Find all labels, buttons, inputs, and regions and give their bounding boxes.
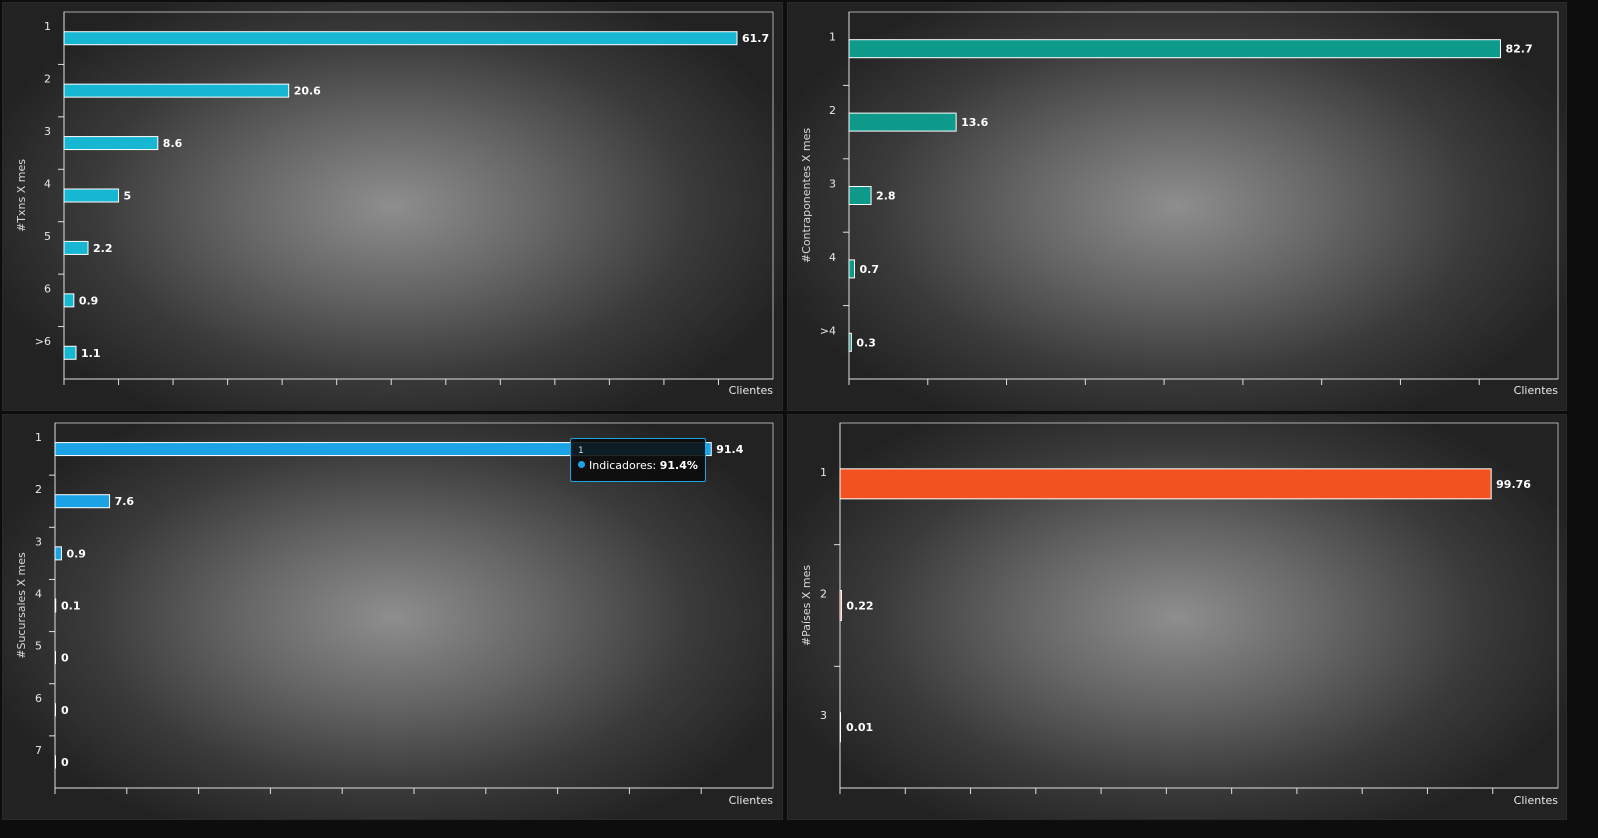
- y-axis-title: #Txns X mes: [15, 159, 28, 232]
- category-label: 6: [44, 282, 51, 295]
- tooltip-value: 91.4%: [659, 459, 698, 472]
- chart-panel-txns: 1 61.7 2 20.6 3 8.6 4 5 5 2.2 6 0.9 >6 1.1 #Txns X mes…: [2, 2, 783, 411]
- data-label: 0: [61, 704, 69, 717]
- bar[interactable]: [63, 345, 77, 360]
- bar[interactable]: [848, 112, 957, 132]
- tooltip-series-dot-icon: [578, 461, 585, 468]
- data-label: 0.9: [66, 547, 86, 560]
- data-label: 82.7: [1505, 43, 1532, 56]
- data-label: 99.76: [1496, 478, 1531, 491]
- bar[interactable]: [55, 703, 56, 717]
- data-label: 2.2: [93, 242, 113, 255]
- bar[interactable]: [848, 332, 852, 352]
- bar[interactable]: [848, 259, 856, 279]
- x-axis-title: Clientes: [729, 794, 774, 807]
- category-label: 2: [35, 483, 42, 496]
- category-label: 1: [829, 31, 836, 44]
- category-label: 4: [829, 251, 836, 264]
- bar[interactable]: [839, 468, 1492, 500]
- category-label: 7: [35, 744, 42, 757]
- tooltip-series-name: Indicadores: [589, 459, 653, 472]
- data-label: 0.3: [856, 336, 876, 349]
- bar[interactable]: [848, 39, 1501, 59]
- data-label: 0: [61, 652, 69, 665]
- y-axis-title: #Sucursales X mes: [15, 552, 28, 659]
- x-axis-title: Clientes: [729, 384, 774, 397]
- category-label: 4: [35, 588, 42, 601]
- plot-area-frame: [63, 11, 774, 380]
- data-label: 5: [124, 190, 132, 203]
- category-label: 2: [829, 104, 836, 117]
- plot-area-frame: [848, 11, 1559, 380]
- data-label: 0.9: [79, 294, 99, 307]
- data-label: 0.1: [61, 600, 81, 613]
- category-label: 3: [35, 535, 42, 548]
- category-label: 1: [35, 431, 42, 444]
- bar[interactable]: [840, 712, 841, 743]
- data-label: 13.6: [961, 116, 988, 129]
- bar[interactable]: [839, 590, 842, 621]
- bar[interactable]: [55, 755, 56, 769]
- data-label: 0.7: [860, 263, 880, 276]
- category-label: 4: [44, 178, 51, 191]
- tooltip-category: 1: [578, 446, 584, 456]
- category-label: 1: [820, 466, 827, 479]
- bar[interactable]: [63, 83, 290, 98]
- bar-chart-txns: 1 61.7 2 20.6 3 8.6 4 5 5 2.2 6 0.9 >6 1.1 #Txns X mes…: [15, 11, 774, 397]
- category-label: 5: [44, 230, 51, 243]
- category-label: 1: [44, 20, 51, 33]
- x-axis-title: Clientes: [1514, 384, 1559, 397]
- category-label: >6: [35, 335, 51, 348]
- y-axis-title: #Países X mes: [800, 565, 813, 646]
- category-label: 3: [820, 709, 827, 722]
- chart-panel-sucursales: 1 91.4 2 7.6 3 0.9 4 0.1 5 0 6 0 7 0 #Sucursales X mes…: [2, 414, 783, 820]
- data-label: 1.1: [81, 347, 101, 360]
- category-label: 2: [820, 588, 827, 601]
- bar-chart-paises: 1 99.76 2 0.22 3 0.01 #Países X mes Clientes: [800, 422, 1559, 807]
- data-label: 91.4: [716, 443, 743, 456]
- data-label: 61.7: [742, 32, 769, 45]
- x-axis-title: Clientes: [1514, 794, 1559, 807]
- bar[interactable]: [63, 188, 120, 203]
- data-label: 7.6: [115, 495, 135, 508]
- bar[interactable]: [63, 31, 738, 46]
- bar[interactable]: [63, 293, 75, 308]
- bar[interactable]: [55, 651, 56, 665]
- category-label: >4: [820, 324, 836, 337]
- category-label: 2: [44, 73, 51, 86]
- bar[interactable]: [63, 136, 159, 151]
- category-label: 6: [35, 692, 42, 705]
- data-label: 0.01: [846, 721, 873, 734]
- bar-chart-contraponentes: 1 82.7 2 13.6 3 2.8 4 0.7 >4 0.3 #Contraponentes X…: [800, 11, 1559, 397]
- chart-tooltip: 1 Indicadores: 91.4%: [570, 438, 706, 482]
- data-label: 20.6: [294, 85, 321, 98]
- data-label: 0.22: [846, 600, 873, 613]
- bar[interactable]: [54, 494, 111, 509]
- y-axis-title: #Contraponentes X mes: [800, 128, 813, 263]
- data-label: 8.6: [163, 137, 183, 150]
- bar[interactable]: [63, 240, 89, 255]
- chart-panel-contraponentes: 1 82.7 2 13.6 3 2.8 4 0.7 >4 0.3 #Contraponentes X…: [787, 2, 1567, 411]
- chart-panel-paises: 1 99.76 2 0.22 3 0.01 #Países X mes Clientes: [787, 414, 1567, 820]
- category-label: 3: [829, 178, 836, 191]
- data-label: 0: [61, 756, 69, 769]
- bar[interactable]: [848, 186, 872, 205]
- bar[interactable]: [54, 598, 57, 613]
- data-label: 2.8: [876, 190, 896, 203]
- category-label: 3: [44, 125, 51, 138]
- bar[interactable]: [54, 546, 62, 561]
- category-label: 5: [35, 640, 42, 653]
